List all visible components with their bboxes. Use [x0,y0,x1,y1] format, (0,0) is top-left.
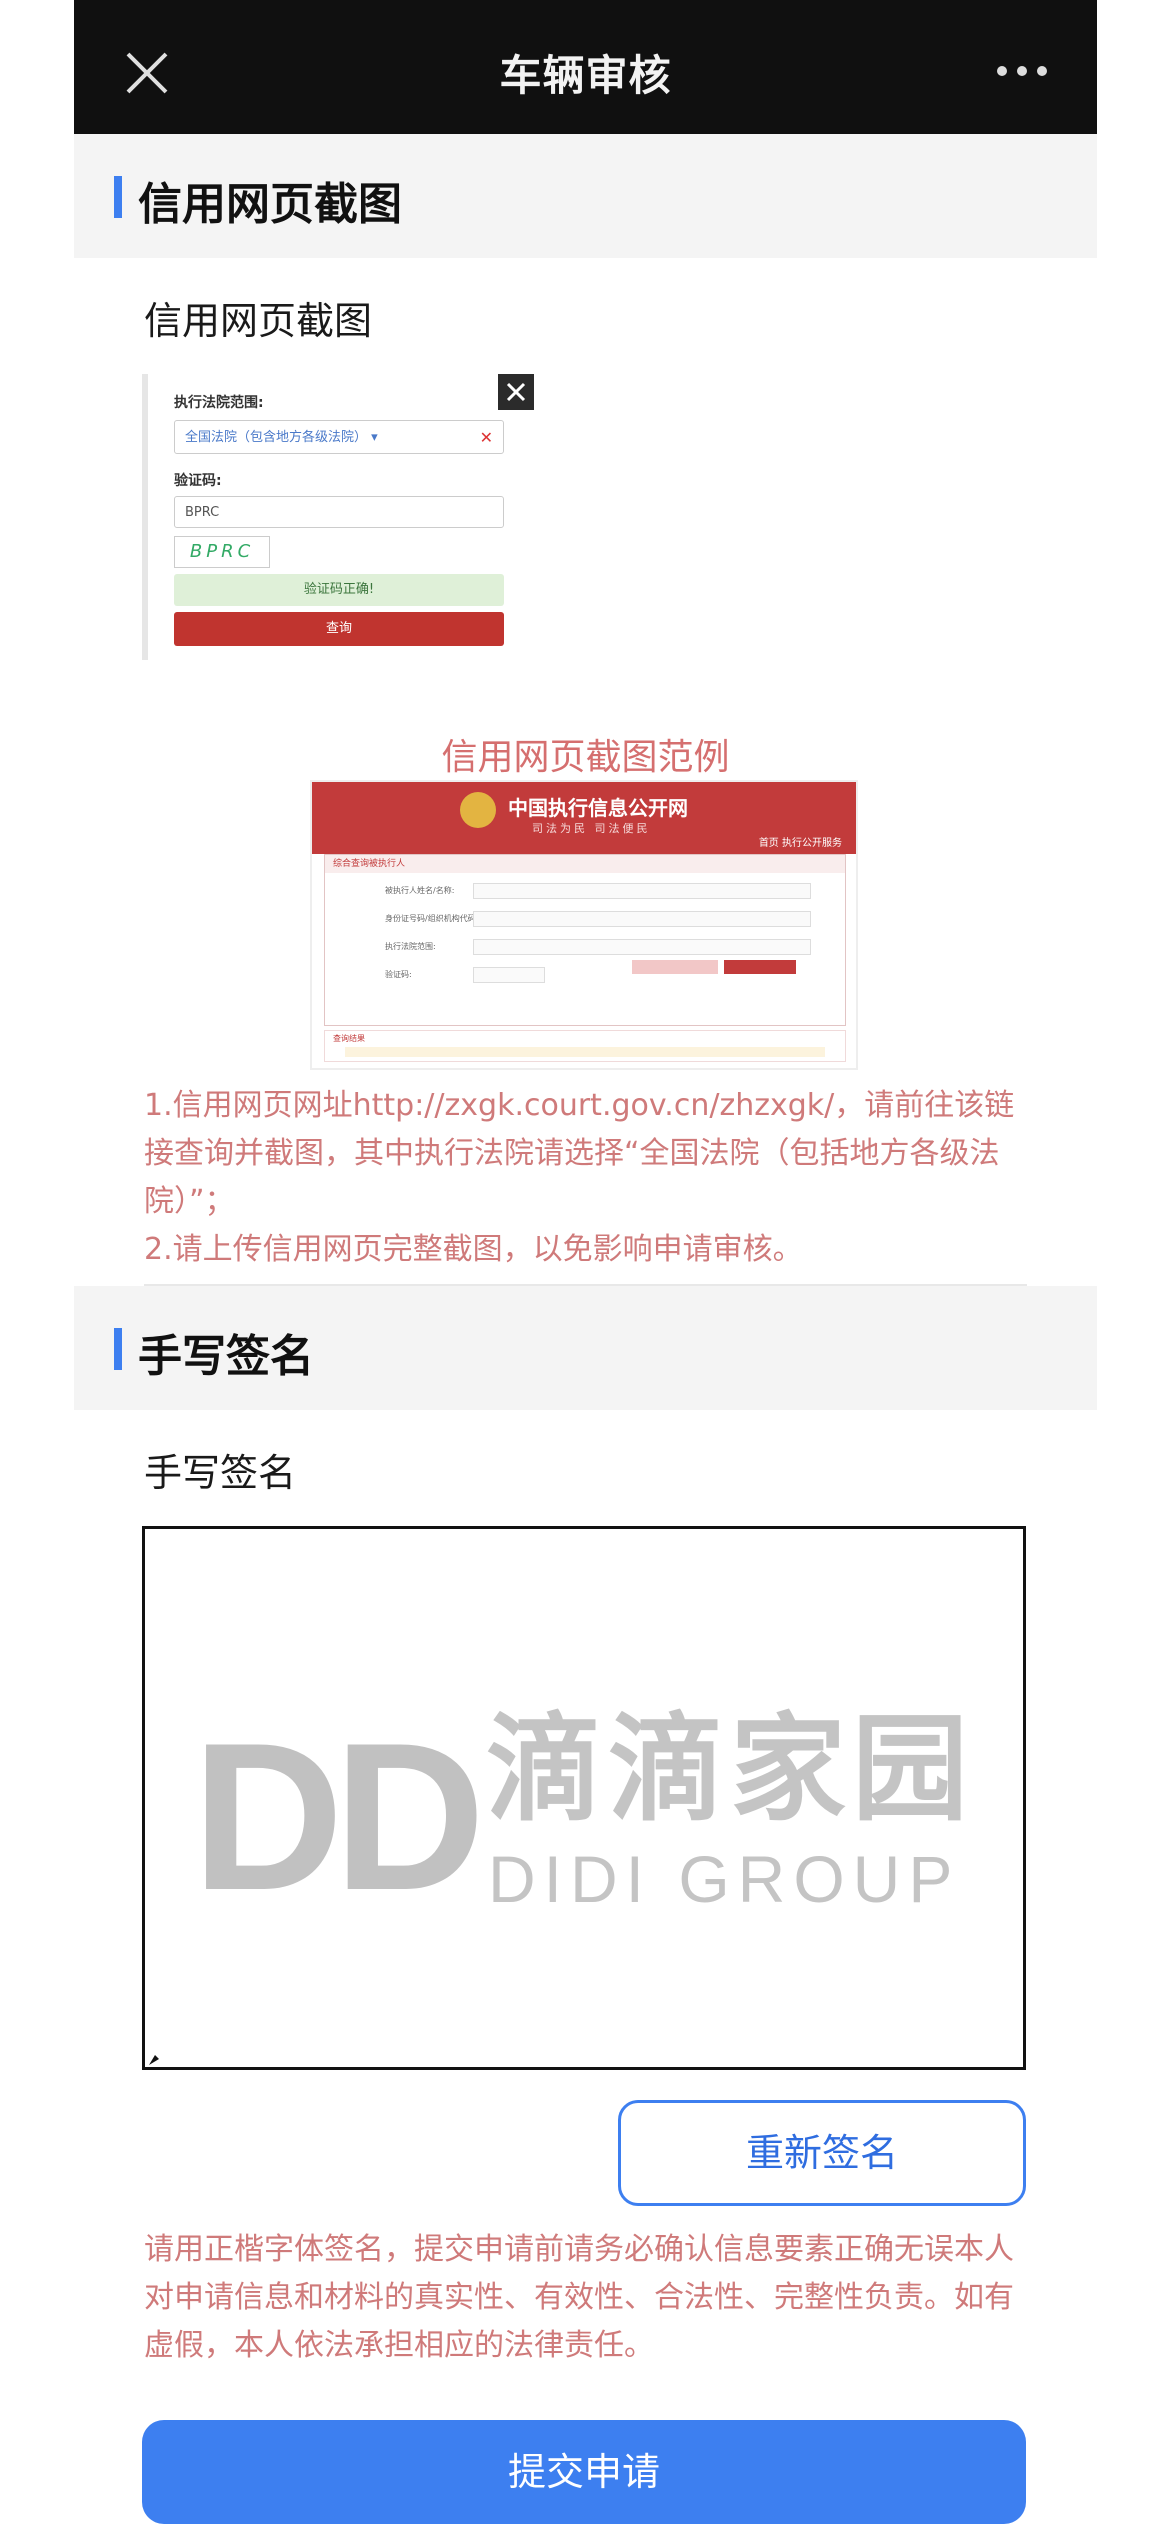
didi-watermark-english: DIDI GROUP [488,1842,961,1916]
example-row-box [473,883,811,899]
signature-section-title: 手写签名 [138,1331,314,1382]
credit-notes: 1.信用网页网址http://zxgk.court.gov.cn/zhzxgk/… [144,1082,1024,1274]
example-result-bar [345,1047,825,1057]
signature-field-label: 手写签名 [144,1451,297,1495]
more-icon[interactable] [997,66,1047,76]
example-site-nav: 首页 执行公开服务 [758,838,842,849]
signature-section-header: 手写签名 [74,1286,1097,1410]
example-title: 信用网页截图范例 [441,737,730,778]
example-site-header: 中国执行信息公开网 司法为民 司法便民 首页 执行公开服务 [312,782,856,854]
signature-disclaimer: 请用正楷字体签名，提交申请前请务必确认信息要素正确无误本人对申请信息和材料的真实… [144,2232,1014,2363]
example-panel-title: 综合查询被执行人 [325,855,845,873]
example-query-panel: 综合查询被执行人 被执行人姓名/名称: 身份证号码/组织机构代码: 执行法院范围… [324,854,846,1026]
court-range-label: 执行法院范围: [174,395,264,411]
example-site-slogan: 司法为民 司法便民 [532,822,651,835]
app-frame: 车辆审核 信用网页截图 信用网页截图 执行法院范围: 全国法院（包含地方各级法院… [74,0,1097,2532]
submit-button[interactable]: 提交申请 [142,2420,1026,2524]
court-emblem-icon [460,792,496,828]
example-row-label: 身份证号码/组织机构代码: [385,914,479,923]
court-range-select: 全国法院（包含地方各级法院） ▾ ✕ [174,420,504,454]
example-result-panel: 查询结果 [324,1030,846,1062]
didi-watermark-chinese: 滴滴家园 [486,1702,974,1837]
example-row-label: 被执行人姓名/名称: [385,886,455,895]
resign-button[interactable]: 重新签名 [618,2100,1026,2206]
example-button [632,960,718,974]
credit-section-title: 信用网页截图 [138,179,402,230]
uploaded-screenshot-thumbnail[interactable]: 执行法院范围: 全国法院（包含地方各级法院） ▾ ✕ 验证码: BPRC BPRC… [142,374,540,660]
captcha-label: 验证码: [174,473,222,489]
example-result-title: 查询结果 [333,1034,365,1043]
query-button: 查询 [174,612,504,646]
credit-field-label: 信用网页截图 [144,299,373,343]
example-button [724,960,796,974]
page-title: 车辆审核 [499,51,672,100]
example-site-title: 中国执行信息公开网 [508,796,688,820]
example-row-box [473,967,545,983]
example-screenshot: 中国执行信息公开网 司法为民 司法便民 首页 执行公开服务 综合查询被执行人 被… [312,782,856,1068]
example-row-box [473,911,811,927]
example-row-box [473,939,811,955]
example-row-label: 执行法院范围: [385,942,436,951]
note-line: 2.请上传信用网页完整截图，以免影响申请审核。 [144,1232,803,1267]
section-accent-bar [114,1328,122,1370]
credit-section-header: 信用网页截图 [74,134,1097,258]
captcha-input: BPRC [174,496,504,528]
navbar: 车辆审核 [74,0,1097,134]
pen-cursor-icon [149,2055,159,2065]
didi-watermark-logo: DD [192,1699,485,1934]
section-accent-bar [114,176,122,218]
note-line: 1.信用网页网址http://zxgk.court.gov.cn/zhzxgk/… [144,1088,1015,1219]
remove-image-icon[interactable] [498,374,534,410]
captcha-ok-message: 验证码正确! [174,574,504,606]
captcha-image: BPRC [174,536,270,568]
example-row-label: 验证码: [385,970,412,979]
